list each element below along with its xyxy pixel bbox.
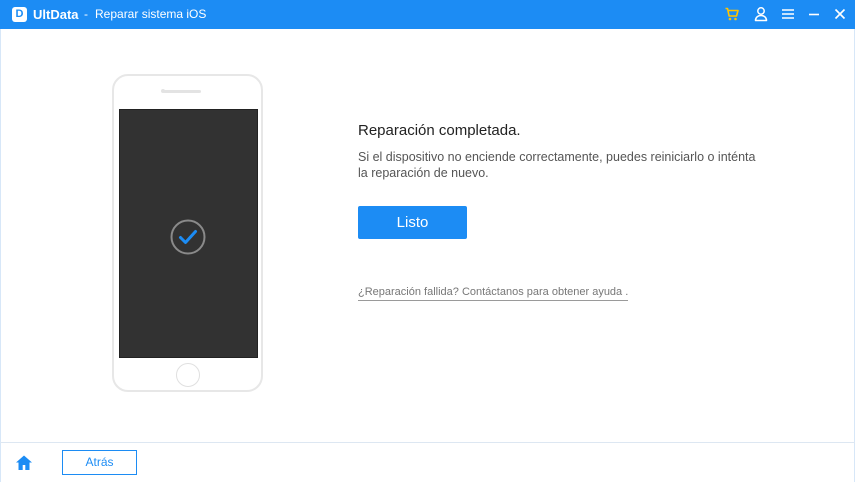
menu-icon[interactable] bbox=[780, 6, 796, 22]
phone-speaker bbox=[163, 90, 201, 93]
check-circle-icon bbox=[170, 219, 206, 255]
done-button[interactable]: Listo bbox=[358, 206, 467, 239]
phone-illustration bbox=[112, 74, 263, 392]
phone-screen bbox=[119, 109, 258, 358]
help-link[interactable]: ¿Reparación fallida? Contáctanos para ob… bbox=[358, 286, 629, 301]
window-border-left bbox=[0, 29, 1, 482]
user-icon[interactable] bbox=[753, 6, 769, 22]
back-button[interactable]: Atrás bbox=[62, 450, 137, 475]
app-logo-letter: D bbox=[15, 8, 24, 20]
module-title: Reparar sistema iOS bbox=[95, 7, 207, 21]
phone-home-button bbox=[176, 363, 200, 387]
result-description: Si el dispositivo no enciende correctame… bbox=[358, 150, 756, 180]
home-icon[interactable] bbox=[15, 454, 33, 471]
cart-icon[interactable] bbox=[724, 6, 740, 22]
footer-divider bbox=[0, 442, 855, 443]
app-logo: D bbox=[12, 7, 27, 22]
minimize-icon[interactable] bbox=[806, 6, 822, 22]
close-icon[interactable] bbox=[832, 6, 848, 22]
result-title: Reparación completada. bbox=[358, 122, 521, 139]
app-name: UltData bbox=[33, 7, 79, 22]
title-separator: - bbox=[84, 7, 88, 21]
title-bar: D UltData - Reparar sistema iOS bbox=[0, 0, 855, 29]
